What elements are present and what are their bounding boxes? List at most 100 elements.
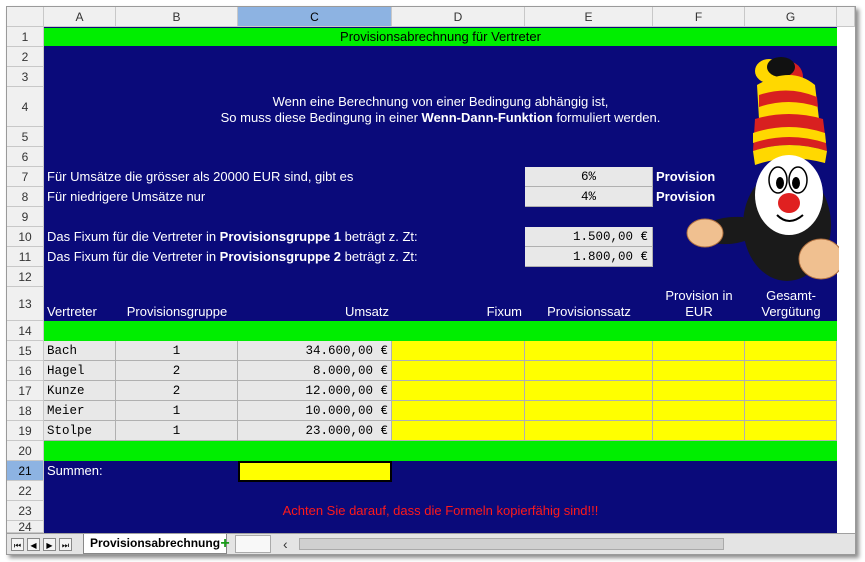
cell-vertreter[interactable]: Stolpe: [44, 421, 116, 441]
row-header-4[interactable]: 4: [7, 87, 44, 127]
column-header-e[interactable]: E: [525, 7, 653, 27]
cell-umsatz[interactable]: 34.600,00 €: [238, 341, 392, 361]
cell-fixum[interactable]: [392, 381, 525, 401]
cell-gesamt[interactable]: [745, 381, 837, 401]
cell-gesamt[interactable]: [745, 421, 837, 441]
row-header-6[interactable]: 6: [7, 147, 44, 167]
cell-provision-eur[interactable]: [653, 381, 745, 401]
column-header-c[interactable]: C: [238, 7, 392, 27]
fixum-row-11-post: beträgt z. Zt:: [341, 249, 418, 264]
summen-umsatz-cell[interactable]: [238, 461, 392, 482]
cell-fixum[interactable]: [392, 401, 525, 421]
header-vertreter[interactable]: Vertreter: [47, 303, 97, 321]
header-umsatz[interactable]: Umsatz: [238, 303, 389, 321]
cell-fixum[interactable]: [392, 341, 525, 361]
cell-provision-eur[interactable]: [653, 341, 745, 361]
next-sheet-button[interactable]: ▶: [43, 538, 56, 551]
row-header-7[interactable]: 7: [7, 167, 44, 187]
cell-fixum[interactable]: [392, 361, 525, 381]
cell-gruppe[interactable]: 2: [116, 381, 238, 401]
row-header-19[interactable]: 19: [7, 421, 44, 441]
row-header-5[interactable]: 5: [7, 127, 44, 147]
header-provision-eur[interactable]: Provision in EUR: [653, 288, 745, 320]
page-title[interactable]: Provisionsabrechnung für Vertreter: [44, 28, 837, 46]
column-header-f[interactable]: F: [653, 7, 745, 27]
row-header-16[interactable]: 16: [7, 361, 44, 381]
row-header-1[interactable]: 1: [7, 27, 44, 47]
row-header-11[interactable]: 11: [7, 247, 44, 267]
fixum-row-11-value[interactable]: 1.800,00 €: [525, 247, 653, 267]
cell-fixum[interactable]: [392, 421, 525, 441]
cell-provisionssatz[interactable]: [525, 421, 653, 441]
header-provisionssatz[interactable]: Provisionssatz: [525, 303, 653, 321]
column-header-d[interactable]: D: [392, 7, 525, 27]
fixum-row-10-text[interactable]: Das Fixum für die Vertreter in Provision…: [47, 228, 418, 246]
condition-row-8-text[interactable]: Für niedrigere Umsätze nur: [47, 188, 205, 206]
cell-provision-eur[interactable]: [653, 401, 745, 421]
row-header-13[interactable]: 13: [7, 287, 44, 321]
cell-provisionssatz[interactable]: [525, 401, 653, 421]
row-header-2[interactable]: 2: [7, 47, 44, 67]
cell-provisionssatz[interactable]: [525, 361, 653, 381]
cell-umsatz[interactable]: 8.000,00 €: [238, 361, 392, 381]
cell-umsatz[interactable]: 23.000,00 €: [238, 421, 392, 441]
header-fixum[interactable]: Fixum: [392, 303, 522, 321]
cell-vertreter[interactable]: Hagel: [44, 361, 116, 381]
condition-row-7-value[interactable]: 6%: [525, 167, 653, 187]
column-header-a[interactable]: A: [44, 7, 116, 27]
row-header-12[interactable]: 12: [7, 267, 44, 287]
cell-gesamt[interactable]: [745, 361, 837, 381]
cell-gruppe[interactable]: 2: [116, 361, 238, 381]
header-provision-eur-line-1: Provision in: [665, 288, 733, 303]
column-header-g[interactable]: G: [745, 7, 837, 27]
cell-vertreter[interactable]: Kunze: [44, 381, 116, 401]
cell-vertreter[interactable]: Bach: [44, 341, 116, 361]
spreadsheet-window: A B C D E F G 1 2 3 4 5 6 7 8 9 10 11 12…: [6, 6, 856, 555]
row-header-18[interactable]: 18: [7, 401, 44, 421]
summen-label[interactable]: Summen:: [47, 462, 103, 480]
cell-vertreter[interactable]: Meier: [44, 401, 116, 421]
cell-provision-eur[interactable]: [653, 361, 745, 381]
row-header-10[interactable]: 10: [7, 227, 44, 247]
condition-row-8-value[interactable]: 4%: [525, 187, 653, 207]
row-header-23[interactable]: 23: [7, 501, 44, 521]
header-provisionsgruppe[interactable]: Provisionsgruppe: [116, 303, 238, 321]
first-sheet-button[interactable]: ⏮: [11, 538, 24, 551]
cell-umsatz[interactable]: 10.000,00 €: [238, 401, 392, 421]
previous-sheet-button[interactable]: ◀: [27, 538, 40, 551]
row-header-21[interactable]: 21: [7, 461, 44, 481]
condition-row-7-text[interactable]: Für Umsätze die grösser als 20000 EUR si…: [47, 168, 353, 186]
cell-provision-eur[interactable]: [653, 421, 745, 441]
last-sheet-button[interactable]: ⏭: [59, 538, 72, 551]
row-header-3[interactable]: 3: [7, 67, 44, 87]
cell-gruppe[interactable]: 1: [116, 421, 238, 441]
header-gesamt-verguetung[interactable]: Gesamt- Vergütung: [745, 288, 837, 320]
cell-gesamt[interactable]: [745, 341, 837, 361]
intro-line-2-bold: Wenn-Dann-Funktion: [421, 110, 553, 125]
separator-band-bottom[interactable]: [44, 441, 837, 461]
cell-gruppe[interactable]: 1: [116, 341, 238, 361]
row-header-8[interactable]: 8: [7, 187, 44, 207]
add-sheet-icon[interactable]: +: [217, 536, 233, 552]
row-header-14[interactable]: 14: [7, 321, 44, 341]
fixum-row-11-text[interactable]: Das Fixum für die Vertreter in Provision…: [47, 248, 418, 266]
cell-provisionssatz[interactable]: [525, 381, 653, 401]
column-header-b[interactable]: B: [116, 7, 238, 27]
warning-text[interactable]: Achten Sie darauf, dass die Formeln kopi…: [44, 502, 837, 520]
cell-gesamt[interactable]: [745, 401, 837, 421]
cell-umsatz[interactable]: 12.000,00 €: [238, 381, 392, 401]
row-header-22[interactable]: 22: [7, 481, 44, 501]
row-header-15[interactable]: 15: [7, 341, 44, 361]
cell-gruppe[interactable]: 1: [116, 401, 238, 421]
sheet-tab-provisionsabrechnung[interactable]: Provisionsabrechnung: [83, 534, 228, 554]
row-header-17[interactable]: 17: [7, 381, 44, 401]
cell-provisionssatz[interactable]: [525, 341, 653, 361]
scroll-left-icon[interactable]: ‹: [283, 536, 288, 552]
separator-band-top[interactable]: [44, 321, 837, 341]
fixum-row-10-value[interactable]: 1.500,00 €: [525, 227, 653, 247]
row-header-20[interactable]: 20: [7, 441, 44, 461]
row-header-9[interactable]: 9: [7, 207, 44, 227]
horizontal-scrollbar[interactable]: [299, 538, 724, 550]
select-all-corner[interactable]: [7, 7, 44, 27]
row-header-24[interactable]: 24: [7, 520, 44, 534]
